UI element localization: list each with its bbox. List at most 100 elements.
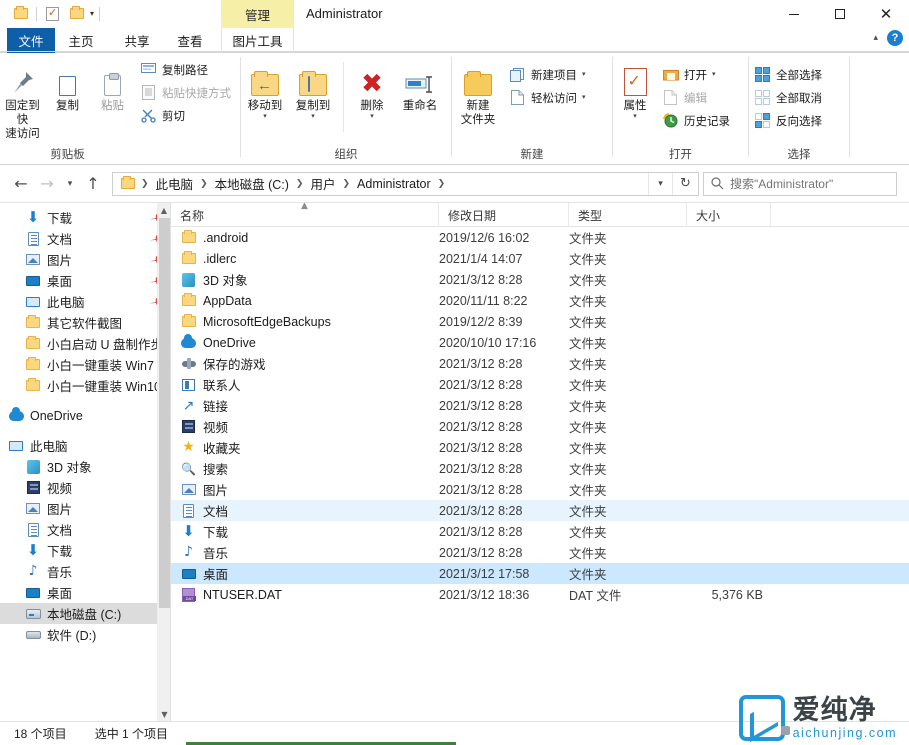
qat-folder-icon-2[interactable] xyxy=(66,3,87,24)
tab-file[interactable]: 文件 xyxy=(7,28,55,53)
copy-path-button[interactable]: 复制路径 xyxy=(135,58,240,81)
copy-to-button[interactable]: 复制到 ▾ xyxy=(289,58,337,120)
breadcrumb-administrator[interactable]: Administrator xyxy=(353,177,435,191)
chevron-down-icon[interactable]: ▾ xyxy=(311,113,315,120)
properties-button[interactable]: 属性 ▾ xyxy=(613,58,657,120)
sidebar-item-downloads-qa[interactable]: ⬇ 下载 📌 xyxy=(0,207,170,228)
table-row[interactable]: 3D 对象 2021/3/12 8:28 文件夹 xyxy=(171,269,909,290)
table-row[interactable]: 🔍搜索 2021/3/12 8:28 文件夹 xyxy=(171,458,909,479)
copy-button[interactable]: 复制 xyxy=(45,58,90,113)
help-icon[interactable]: ? xyxy=(887,30,903,46)
sidebar-item-usb-boot-steps[interactable]: 小白启动 U 盘制作步 xyxy=(0,333,170,354)
sidebar-item-documents[interactable]: 文档 xyxy=(0,519,170,540)
chevron-down-icon[interactable]: ▾ xyxy=(582,94,586,101)
chevron-down-icon[interactable]: ▾ xyxy=(90,3,94,24)
sidebar-item-pictures[interactable]: 图片 xyxy=(0,498,170,519)
qat-checkbox-icon[interactable] xyxy=(42,3,63,24)
table-row[interactable]: 图片 2021/3/12 8:28 文件夹 xyxy=(171,479,909,500)
table-row[interactable]: ♪音乐 2021/3/12 8:28 文件夹 xyxy=(171,542,909,563)
scrollbar-thumb[interactable] xyxy=(159,218,170,608)
tab-share[interactable]: 共享 xyxy=(113,28,161,53)
sidebar-item-desktop[interactable]: 桌面 xyxy=(0,582,170,603)
table-row[interactable]: 保存的游戏 2021/3/12 8:28 文件夹 xyxy=(171,353,909,374)
select-none-button[interactable]: 全部取消 xyxy=(749,86,827,109)
breadcrumb-this-pc[interactable]: 此电脑 xyxy=(152,174,198,193)
cut-button[interactable]: 剪切 xyxy=(135,104,240,127)
sidebar-item-downloads[interactable]: ⬇ 下载 xyxy=(0,540,170,561)
delete-button[interactable]: ✖ 删除 ▾ xyxy=(350,58,394,120)
sidebar-item-videos[interactable]: 视频 xyxy=(0,477,170,498)
sidebar-item-music[interactable]: ♪ 音乐 xyxy=(0,561,170,582)
table-row[interactable]: 视频 2021/3/12 8:28 文件夹 xyxy=(171,416,909,437)
tab-picture-tools[interactable]: 图片工具 xyxy=(221,28,294,53)
edit-button[interactable]: 编辑 xyxy=(657,86,735,109)
tab-view[interactable]: 查看 xyxy=(166,28,214,53)
address-bar[interactable]: ❯ 此电脑 ❯ 本地磁盘 (C:) ❯ 用户 ❯ Administrator ❯… xyxy=(112,172,699,196)
column-header-date-modified[interactable]: 修改日期 xyxy=(439,203,569,227)
column-header-name[interactable]: ▲ 名称 xyxy=(171,203,439,227)
table-row[interactable]: NTUSER.DAT 2021/3/12 18:36 DAT 文件 5,376 … xyxy=(171,584,909,605)
move-to-button[interactable]: ← 移动到 ▾ xyxy=(241,58,289,120)
paste-shortcut-button[interactable]: 粘贴快捷方式 xyxy=(135,81,240,104)
address-dropdown-button[interactable]: ▾ xyxy=(648,173,672,195)
column-header-size[interactable]: 大小 xyxy=(687,203,771,227)
easy-access-button[interactable]: 轻松访问 ▾ xyxy=(504,86,591,109)
table-row[interactable]: ↗链接 2021/3/12 8:28 文件夹 xyxy=(171,395,909,416)
chevron-down-icon[interactable]: ▾ xyxy=(633,113,637,120)
collapse-ribbon-icon[interactable]: ▴ xyxy=(873,33,878,43)
table-row[interactable]: OneDrive 2020/10/10 17:16 文件夹 xyxy=(171,332,909,353)
table-row[interactable]: ★收藏夹 2021/3/12 8:28 文件夹 xyxy=(171,437,909,458)
breadcrumb-local-disk-c[interactable]: 本地磁盘 (C:) xyxy=(211,174,293,193)
contextual-tab-manage[interactable]: 管理 xyxy=(221,0,294,28)
sidebar-item-this-pc-qa[interactable]: 此电脑 📌 xyxy=(0,291,170,312)
invert-selection-button[interactable]: 反向选择 xyxy=(749,109,827,132)
maximize-button[interactable] xyxy=(817,0,863,28)
table-row[interactable]: 桌面 2021/3/12 17:58 文件夹 xyxy=(171,563,909,584)
search-input[interactable] xyxy=(730,177,890,191)
open-button[interactable]: 打开 ▾ xyxy=(657,63,735,86)
sidebar-item-win7-reinstall[interactable]: 小白一键重装 Win7 系 xyxy=(0,354,170,375)
table-row[interactable]: ⬇下载 2021/3/12 8:28 文件夹 xyxy=(171,521,909,542)
scroll-down-arrow-icon[interactable]: ▼ xyxy=(158,707,170,721)
forward-button[interactable]: → xyxy=(34,171,60,197)
table-row[interactable]: 文档 2021/3/12 8:28 文件夹 xyxy=(171,500,909,521)
refresh-button[interactable]: ↻ xyxy=(672,173,698,195)
table-row[interactable]: AppData 2020/11/11 8:22 文件夹 xyxy=(171,290,909,311)
paste-button[interactable]: 粘贴 xyxy=(90,58,135,113)
chevron-down-icon[interactable]: ▾ xyxy=(712,71,716,78)
sidebar-item-pictures-qa[interactable]: 图片 📌 xyxy=(0,249,170,270)
back-button[interactable]: ← xyxy=(8,171,34,197)
breadcrumb-users[interactable]: 用户 xyxy=(306,174,339,193)
table-row[interactable]: 联系人 2021/3/12 8:28 文件夹 xyxy=(171,374,909,395)
up-button[interactable]: ↑ xyxy=(80,171,106,197)
sidebar-item-documents-qa[interactable]: 文档 📌 xyxy=(0,228,170,249)
sidebar-item-local-disk-c[interactable]: 本地磁盘 (C:) xyxy=(0,603,170,624)
search-box[interactable] xyxy=(703,172,897,196)
sidebar-item-onedrive[interactable]: OneDrive xyxy=(0,405,170,426)
navigation-pane-scrollbar[interactable]: ▲ ▼ xyxy=(157,203,170,721)
close-button[interactable]: ✕ xyxy=(863,0,909,28)
select-all-button[interactable]: 全部选择 xyxy=(749,63,827,86)
sidebar-item-software-d[interactable]: 软件 (D:) xyxy=(0,624,170,645)
sidebar-item-desktop-qa[interactable]: 桌面 📌 xyxy=(0,270,170,291)
new-item-button[interactable]: 新建项目 ▾ xyxy=(504,63,591,86)
tab-home[interactable]: 主页 xyxy=(55,28,107,53)
chevron-down-icon[interactable]: ▾ xyxy=(370,113,374,120)
table-row[interactable]: .idlerc 2021/1/4 14:07 文件夹 xyxy=(171,248,909,269)
scroll-up-arrow-icon[interactable]: ▲ xyxy=(158,203,170,217)
pin-to-quick-access-button[interactable]: 固定到快速访问 xyxy=(0,58,45,141)
rename-button[interactable]: 重命名 xyxy=(394,58,446,113)
history-button[interactable]: 历史记录 xyxy=(657,109,735,132)
table-row[interactable]: .android 2019/12/6 16:02 文件夹 xyxy=(171,227,909,248)
minimize-button[interactable] xyxy=(771,0,817,28)
table-row[interactable]: MicrosoftEdgeBackups 2019/12/2 8:39 文件夹 xyxy=(171,311,909,332)
sidebar-item-3d-objects[interactable]: 3D 对象 xyxy=(0,456,170,477)
recent-locations-button[interactable]: ▾ xyxy=(60,171,80,197)
column-header-type[interactable]: 类型 xyxy=(569,203,687,227)
chevron-down-icon[interactable]: ▾ xyxy=(263,113,267,120)
sidebar-item-this-pc[interactable]: 此电脑 xyxy=(0,435,170,456)
new-folder-button[interactable]: 新建文件夹 xyxy=(452,58,504,127)
chevron-down-icon[interactable]: ▾ xyxy=(582,71,586,78)
sidebar-item-win10-reinstall[interactable]: 小白一键重装 Win10 xyxy=(0,375,170,396)
sidebar-item-other-software-screenshots[interactable]: 其它软件截图 xyxy=(0,312,170,333)
